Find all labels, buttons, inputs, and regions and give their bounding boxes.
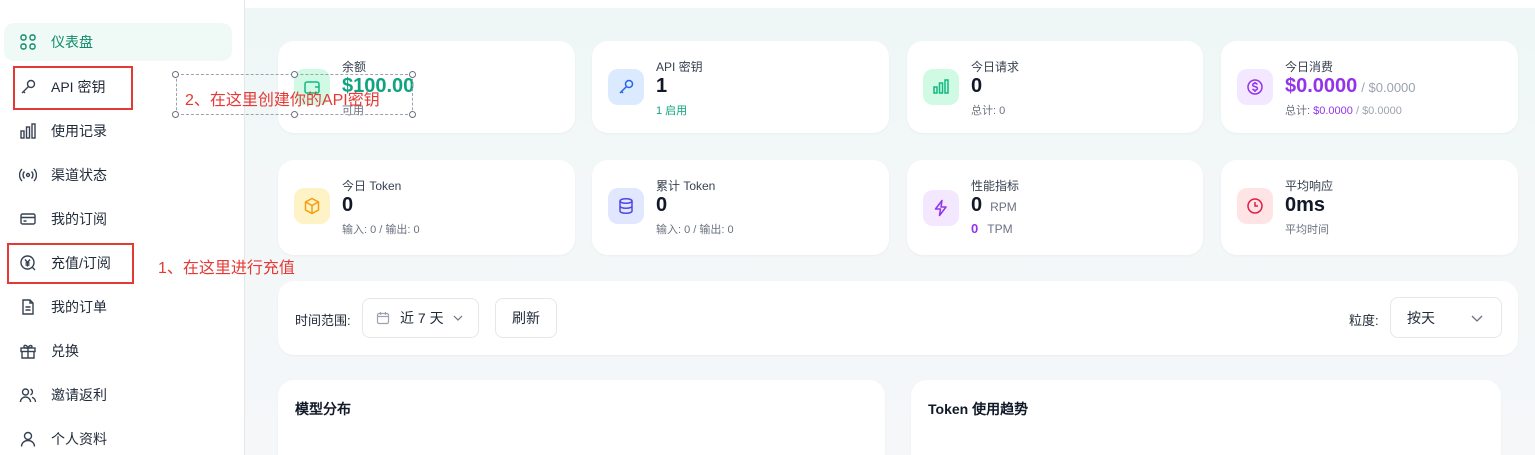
gift-icon [19,342,37,360]
balance-label: 余额 [342,60,367,74]
rpm-unit: RPM [990,200,1017,214]
annotation-step2: 2、在这里创建你的API密钥 [185,92,380,109]
resize-handle[interactable] [409,71,416,78]
dashboard-grid-icon [19,33,37,51]
avg-response-sub: 平均时间 [1285,224,1329,236]
total-token-sub: 输入: 0 / 输出: 0 [656,224,734,236]
lightning-icon [923,190,959,226]
time-range-value: 近 7 天 [400,310,444,326]
sidebar-item-label: 邀请返利 [51,387,107,403]
annotation-step1: 1、在这里进行充值 [158,260,295,277]
today-requests-label: 今日请求 [971,60,1020,74]
model-distribution-panel: 模型分布 [278,380,885,455]
today-requests-card: 今日请求 0 总计: 0 [907,41,1203,133]
refresh-button[interactable]: 刷新 [495,298,557,338]
resize-handle[interactable] [172,111,179,118]
performance-label: 性能指标 [971,179,1020,193]
rpm-row: 0 RPM [971,194,1017,217]
resize-handle[interactable] [172,71,179,78]
today-cost-total: / $0.0000 [1361,80,1416,95]
time-range-select[interactable]: 近 7 天 [362,298,479,338]
avg-response-label: 平均响应 [1285,179,1334,193]
sidebar-item-channels[interactable]: 渠道状态 [4,156,232,194]
today-cost-value-row: $0.0000 / $0.0000 [1285,75,1416,98]
sidebar-item-referral[interactable]: 邀请返利 [4,376,232,414]
time-range-label: 时间范围: [295,313,351,328]
sidebar-item-profile[interactable]: 个人资料 [4,420,232,455]
total-token-value: 0 [656,194,668,216]
token-trend-title: Token 使用趋势 [928,401,1029,417]
today-requests-sub: 总计: 0 [971,105,1006,117]
bar-chart-icon [19,122,37,140]
api-keys-sub: 1 启用 [656,105,688,117]
annotation-box-recharge [7,243,134,284]
granularity-label: 粒度: [1349,313,1379,328]
avg-response-card: 平均响应 0ms 平均时间 [1221,160,1518,255]
tpm-row: 0 TPM [971,221,1013,236]
today-cost-card: 今日消费 $0.0000 / $0.0000 总计: $0.0000 / $0.… [1221,41,1518,133]
filter-bar: 时间范围: 近 7 天 刷新 粒度: 按天 [278,281,1518,355]
today-cost-value: $0.0000 [1285,75,1358,97]
today-cost-sub-value: $0.0000 [1313,105,1353,117]
today-requests-value: 0 [971,75,983,97]
bar-chart-icon [923,69,959,105]
granularity-value: 按天 [1407,309,1435,326]
clock-icon [1237,188,1273,224]
today-token-card: 今日 Token 0 输入: 0 / 输出: 0 [278,160,575,255]
broadcast-icon [19,166,37,184]
cube-icon [294,188,330,224]
user-icon [19,430,37,448]
token-trend-panel: Token 使用趋势 [911,380,1501,455]
rpm-value: 0 [971,194,983,216]
sidebar-item-redeem[interactable]: 兑换 [4,332,232,370]
sidebar-item-label: 仪表盘 [51,34,93,50]
resize-handle[interactable] [409,111,416,118]
top-header-edge [245,0,1535,8]
total-token-card: 累计 Token 0 输入: 0 / 输出: 0 [592,160,889,255]
resize-handle[interactable] [291,71,298,78]
users-icon [19,386,37,404]
resize-handle[interactable] [291,111,298,118]
sidebar-item-label: 我的订单 [51,299,107,315]
today-cost-sub: 总计: $0.0000 / $0.0000 [1285,102,1402,118]
sidebar-item-subscriptions[interactable]: 我的订阅 [4,200,232,238]
database-icon [608,188,644,224]
sidebar-item-label: 兑换 [51,343,79,359]
today-cost-label: 今日消费 [1285,60,1334,74]
model-distribution-title: 模型分布 [295,401,351,417]
sidebar-item-label: 个人资料 [51,431,107,447]
sidebar-item-usage[interactable]: 使用记录 [4,112,232,150]
avg-response-value: 0ms [1285,194,1326,216]
annotation-box-api-keys [13,66,133,110]
chevron-down-icon [1470,311,1484,325]
main-content: 余额 $100.00 可用 API 密钥 1 1 启用 今日请求 0 总计: 0… [245,0,1535,455]
today-token-value: 0 [342,194,354,216]
sidebar-item-orders[interactable]: 我的订单 [4,288,232,326]
api-keys-label: API 密钥 [656,60,703,74]
chevron-down-icon [452,312,464,324]
sidebar-item-label: 使用记录 [51,123,107,139]
api-keys-value: 1 [656,75,668,97]
today-cost-sub-suffix: / $0.0000 [1355,105,1402,117]
calendar-icon [376,311,390,325]
document-icon [19,298,37,316]
credit-card-icon [19,210,37,228]
sidebar-item-dashboard[interactable]: 仪表盘 [4,23,232,61]
today-cost-sub-prefix: 总计: [1285,105,1311,117]
performance-card: 性能指标 0 RPM 0 TPM [907,160,1203,255]
granularity-select[interactable]: 按天 [1390,297,1502,338]
api-keys-card: API 密钥 1 1 启用 [592,41,889,133]
sidebar-item-label: 渠道状态 [51,167,107,183]
sidebar-item-label: 我的订阅 [51,211,107,227]
tpm-value: 0 [971,221,979,236]
key-icon [608,69,644,105]
total-token-label: 累计 Token [656,179,716,193]
tpm-unit: TPM [987,222,1013,236]
dollar-coin-icon [1237,69,1273,105]
today-token-sub: 输入: 0 / 输出: 0 [342,224,420,236]
today-token-label: 今日 Token [342,179,402,193]
